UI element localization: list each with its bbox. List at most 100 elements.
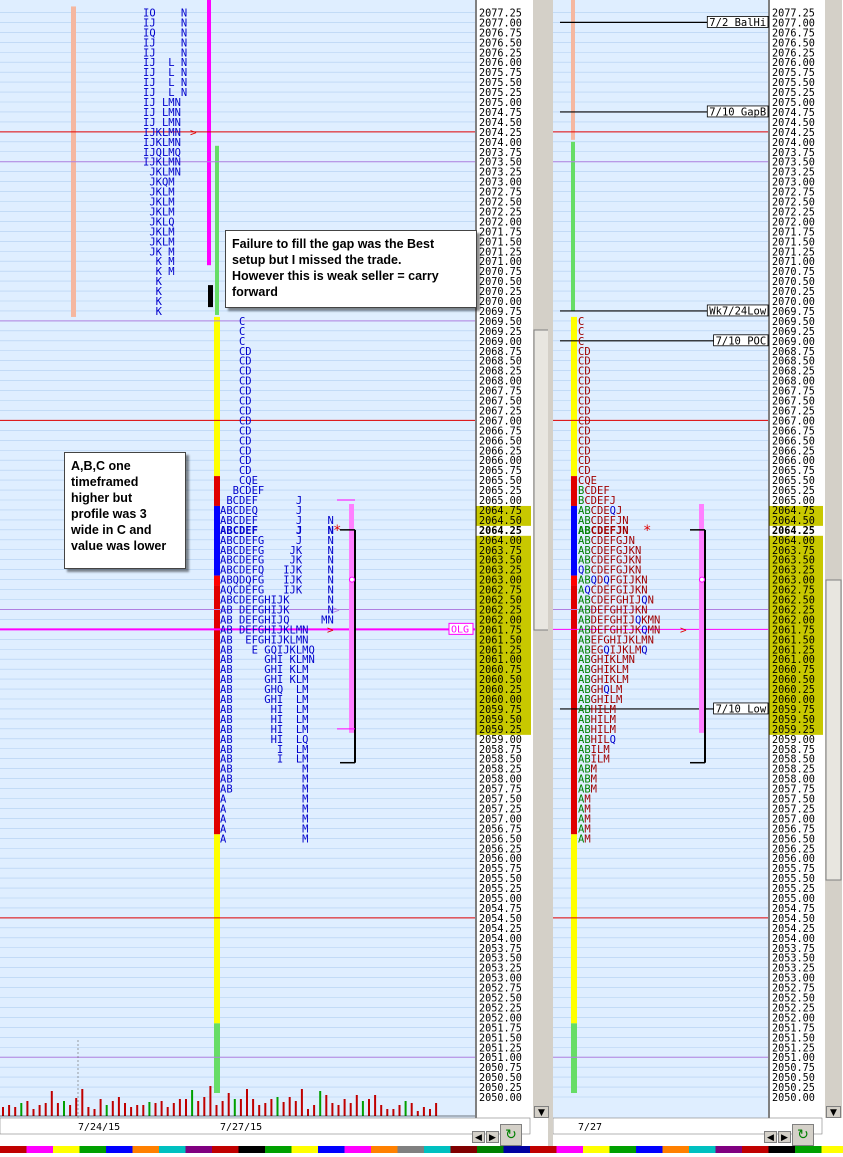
right-price-tick-label: 2074.50 xyxy=(772,118,815,129)
left-price-tick-label: 2054.50 xyxy=(479,914,522,925)
left-price-tick-label: 2076.75 xyxy=(479,28,522,39)
right-price-tick-label: 2075.00 xyxy=(772,98,815,109)
left-price-tick-label: 2055.00 xyxy=(479,894,522,905)
volume-bar xyxy=(374,1095,376,1116)
left-price-tick-label: 2075.75 xyxy=(479,68,522,79)
left-scrollbar-thumb xyxy=(534,330,549,630)
right-price-tick-label: 2077.25 xyxy=(772,8,815,19)
left-price-tick-label: 2061.00 xyxy=(479,655,522,666)
right-scroll-right-button[interactable]: ▶ xyxy=(778,1131,791,1143)
profile-row: A M xyxy=(220,833,309,845)
right-price-tick-label: 2058.00 xyxy=(772,775,815,786)
right-scrollbar-thumb xyxy=(826,580,841,880)
right-price-tick-label: 2066.00 xyxy=(772,456,815,467)
left-price-tick-label: 2067.75 xyxy=(479,387,522,398)
volume-bar xyxy=(246,1089,248,1116)
color-strip-segment xyxy=(769,1146,796,1153)
tpo-letter: M xyxy=(584,833,590,845)
right-price-tick-label: 2050.00 xyxy=(772,1093,815,1104)
right-price-tick-label: 2057.75 xyxy=(772,785,815,796)
volume-bar xyxy=(2,1107,4,1116)
left-price-tick-label: 2062.75 xyxy=(479,586,522,597)
left-price-tick-label: 2060.25 xyxy=(479,685,522,696)
right-price-tick-label: 2062.50 xyxy=(772,596,815,607)
right-price-tick-label: 2058.25 xyxy=(772,765,815,776)
color-strip-segment xyxy=(53,1146,80,1153)
right-price-tick-label: 2059.50 xyxy=(772,715,815,726)
left-price-tick-label: 2065.25 xyxy=(479,486,522,497)
right-price-tick-label: 2071.25 xyxy=(772,247,815,258)
color-strip-segment xyxy=(345,1146,372,1153)
abc-note-line: timeframed xyxy=(71,474,179,490)
right-price-tick-label: 2054.75 xyxy=(772,904,815,915)
left-price-tick-label: 2063.25 xyxy=(479,566,522,577)
left-price-tick-label: 2071.75 xyxy=(479,227,522,238)
left-price-tick-label: 2071.50 xyxy=(479,237,522,248)
left-price-tick-label: 2076.50 xyxy=(479,38,522,49)
left-price-tick-label: 2051.75 xyxy=(479,1023,522,1034)
tpo-letter: N xyxy=(629,654,635,666)
gap-note-line: setup but I missed the trade. xyxy=(232,252,470,268)
left-scroll-right-button[interactable]: ▶ xyxy=(486,1131,499,1143)
left-price-tick-label: 2058.00 xyxy=(479,775,522,786)
right-range-segment xyxy=(571,476,577,506)
left-price-tick-label: 2072.00 xyxy=(479,217,522,228)
single-print-marker: * xyxy=(333,523,341,539)
color-strip-segment xyxy=(636,1146,663,1153)
left-scroll-left-button[interactable]: ◀ xyxy=(472,1131,485,1143)
right-price-tick-label: 2061.50 xyxy=(772,635,815,646)
right-green-bar xyxy=(571,142,575,311)
left-price-tick-label: 2058.75 xyxy=(479,745,522,756)
abc-note-line: wide in C and xyxy=(71,522,179,538)
color-strip-segment xyxy=(239,1146,266,1153)
right-price-tick-label: 2071.50 xyxy=(772,237,815,248)
left-price-tick-label: 2068.25 xyxy=(479,367,522,378)
left-price-tick-label: 2074.25 xyxy=(479,128,522,139)
volume-bar xyxy=(81,1089,83,1116)
right-price-tick-label: 2053.00 xyxy=(772,974,815,985)
left-price-tick-label: 2059.50 xyxy=(479,715,522,726)
right-price-tick-label: 2064.25 xyxy=(772,526,815,537)
left-price-tick-label: 2052.25 xyxy=(479,1003,522,1014)
value-area-bracket xyxy=(349,504,354,733)
right-price-tick-label: 2059.00 xyxy=(772,735,815,746)
volume-bar xyxy=(124,1103,126,1116)
volume-bar xyxy=(179,1099,181,1116)
left-price-tick-label: 2069.75 xyxy=(479,307,522,318)
left-scroll-down-button[interactable]: ▼ xyxy=(534,1106,549,1118)
color-strip-segment xyxy=(663,1146,690,1153)
color-strip-segment xyxy=(424,1146,451,1153)
left-price-tick-label: 2055.75 xyxy=(479,864,522,875)
right-price-tick-label: 2064.75 xyxy=(772,506,815,517)
right-refresh-icon[interactable]: ↻ xyxy=(792,1124,814,1146)
right-price-tick-label: 2055.75 xyxy=(772,864,815,875)
volume-bar xyxy=(283,1102,285,1116)
key-level-label: 7/10 POC xyxy=(716,335,767,347)
right-price-tick-label: 2064.00 xyxy=(772,536,815,547)
abc-note-line: profile was 3 xyxy=(71,506,179,522)
volume-bar xyxy=(270,1099,272,1116)
left-price-tick-label: 2060.00 xyxy=(479,695,522,706)
right-scroll-down-button[interactable]: ▼ xyxy=(826,1106,841,1118)
left-price-tick-label: 2069.00 xyxy=(479,337,522,348)
right-price-tick-label: 2069.25 xyxy=(772,327,815,338)
right-price-tick-label: 2050.25 xyxy=(772,1083,815,1094)
left-price-tick-label: 2075.00 xyxy=(479,98,522,109)
left-price-tick-label: 2057.50 xyxy=(479,795,522,806)
gap-note-line: forward xyxy=(232,284,470,300)
right-range-segment xyxy=(571,586,577,835)
right-scroll-left-button[interactable]: ◀ xyxy=(764,1131,777,1143)
left-price-tick-label: 2050.25 xyxy=(479,1083,522,1094)
left-refresh-icon[interactable]: ↻ xyxy=(500,1124,522,1146)
market-profile-chart: 2050.002050.252050.502050.752051.002051.… xyxy=(0,0,843,1153)
volume-bar xyxy=(399,1105,401,1116)
right-price-tick-label: 2076.25 xyxy=(772,48,815,59)
right-price-tick-label: 2059.75 xyxy=(772,705,815,716)
left-price-tick-label: 2062.00 xyxy=(479,615,522,626)
volume-bar xyxy=(411,1103,413,1116)
right-price-tick-label: 2068.00 xyxy=(772,377,815,388)
right-price-tick-label: 2062.75 xyxy=(772,586,815,597)
prior-day-profile-bar xyxy=(207,0,211,265)
right-price-tick-label: 2061.75 xyxy=(772,625,815,636)
right-price-tick-label: 2069.00 xyxy=(772,337,815,348)
